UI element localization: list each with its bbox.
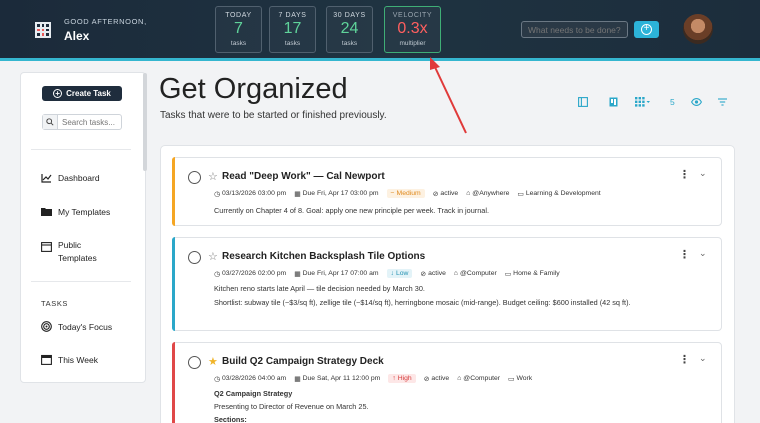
- task-description: Currently on Chapter 4 of 8. Goal: apply…: [214, 206, 489, 215]
- context-tag: ⌂ @Computer: [453, 270, 497, 277]
- task-title[interactable]: Research Kitchen Backsplash Tile Options: [222, 251, 425, 262]
- due-date: ▦ Due Fri, Apr 17 03:00 pm: [294, 190, 379, 198]
- calendar-icon: ▦: [294, 190, 301, 198]
- arrow-down-icon: ↓: [390, 270, 394, 277]
- page-subtitle: Tasks that were to be started or finishe…: [160, 110, 387, 121]
- tag-icon: ⌂: [453, 270, 458, 277]
- clock-icon: ◷: [214, 190, 220, 198]
- priority-bar: [172, 237, 175, 331]
- chevron-down-icon[interactable]: ⌄: [699, 168, 707, 179]
- status-badge: ⊘ active: [423, 375, 450, 383]
- page-title: Get Organized: [159, 73, 348, 105]
- calendar-icon: ▦: [294, 270, 301, 278]
- folder-icon: ▭: [508, 375, 515, 383]
- start-date: ◷ 03/13/2026 03:00 pm: [214, 190, 287, 198]
- complete-checkbox[interactable]: [188, 171, 201, 184]
- start-date: ◷ 03/27/2026 02:00 pm: [214, 270, 287, 278]
- grid-view-icon[interactable]: [635, 97, 651, 107]
- status-badge: ⊘ active: [420, 270, 446, 278]
- more-options-icon[interactable]: ⋮: [679, 168, 690, 181]
- eye-icon[interactable]: [691, 98, 702, 106]
- task-description: Kitchen reno starts late April — tile de…: [214, 284, 631, 307]
- calendar-icon: [41, 354, 52, 365]
- sidebar-item-todays-focus[interactable]: Today's Focus: [41, 321, 112, 332]
- view-count[interactable]: 5: [670, 97, 675, 107]
- task-card[interactable]: ☆ Research Kitchen Backsplash Tile Optio…: [172, 237, 722, 331]
- clock-icon: ◷: [214, 375, 220, 383]
- target-icon: [41, 321, 52, 332]
- project-tag: ▭ Work: [508, 375, 533, 383]
- status-badge: ⊘ active: [432, 190, 459, 198]
- arrow-up-icon: ↑: [392, 375, 396, 382]
- sidebar-item-this-week[interactable]: This Week: [41, 354, 98, 365]
- divider: [31, 281, 131, 282]
- create-task-button[interactable]: + Create Task: [42, 86, 122, 101]
- task-meta: ◷ 03/27/2026 02:00 pm ▦ Due Fri, Apr 17 07…: [214, 269, 560, 278]
- folder-icon: [41, 206, 52, 217]
- sidebar-item-dashboard[interactable]: Dashboard: [41, 172, 100, 183]
- priority-bar: [172, 342, 175, 423]
- sidebar: + Create Task Dashboard My Templates Pub…: [20, 72, 146, 383]
- complete-checkbox[interactable]: [188, 251, 201, 264]
- context-tag: ⌂ @Computer: [457, 375, 501, 382]
- task-title[interactable]: Build Q2 Campaign Strategy Deck: [222, 356, 384, 367]
- clock-icon: ◷: [214, 270, 220, 278]
- sidebar-item-public-templates[interactable]: Public Templates: [41, 239, 108, 265]
- search-icon: [43, 115, 58, 129]
- priority-bar: [172, 157, 175, 226]
- chevron-down-icon[interactable]: ⌄: [699, 353, 707, 364]
- search-tasks-input[interactable]: [58, 115, 120, 129]
- task-card[interactable]: ★ Build Q2 Campaign Strategy Deck ⋮ ⌄ ◷ 0…: [172, 342, 722, 423]
- task-meta: ◷ 03/13/2026 03:00 pm ▦ Due Fri, Apr 17 03…: [214, 189, 601, 198]
- tasks-section-title: TASKS: [41, 299, 69, 308]
- plus-circle-icon: +: [53, 89, 63, 98]
- context-tag: ⌂ @Anywhere: [466, 190, 510, 197]
- task-meta: ◷ 03/28/2026 04:00 am ▦ Due Sat, Apr 11 12…: [214, 374, 532, 383]
- check-circle-icon: ⊘: [420, 270, 427, 278]
- chart-line-icon: [41, 172, 52, 183]
- window-icon: [41, 241, 52, 252]
- folder-icon: ▭: [504, 270, 512, 278]
- project-tag: ▭ Learning & Development: [517, 190, 601, 198]
- star-icon[interactable]: ☆: [208, 170, 218, 183]
- project-tag: ▭ Home & Family: [504, 270, 560, 278]
- star-filled-icon[interactable]: ★: [208, 355, 218, 368]
- star-icon[interactable]: ☆: [208, 250, 218, 263]
- chevron-down-icon[interactable]: ⌄: [699, 248, 707, 259]
- tag-icon: ⌂: [457, 375, 462, 382]
- minus-icon: −: [390, 190, 395, 197]
- priority-badge: ↓ Low: [386, 269, 413, 278]
- sidebar-toggle-icon[interactable]: [578, 97, 588, 107]
- sidebar-scrollbar[interactable]: [143, 73, 147, 171]
- start-date: ◷ 03/28/2026 04:00 am: [214, 375, 287, 383]
- check-circle-icon: ⊘: [423, 375, 430, 383]
- task-title[interactable]: Read "Deep Work" — Cal Newport: [222, 171, 385, 182]
- calendar-icon: ▦: [294, 375, 301, 383]
- due-date: ▦ Due Fri, Apr 17 07:00 am: [294, 270, 379, 278]
- task-description: Q2 Campaign Strategy Presenting to Direc…: [214, 389, 369, 423]
- priority-badge: − Medium: [386, 189, 425, 198]
- more-options-icon[interactable]: ⋮: [679, 248, 690, 261]
- complete-checkbox[interactable]: [188, 356, 201, 369]
- priority-badge: ↑ High: [388, 374, 416, 383]
- task-card[interactable]: ☆ Read "Deep Work" — Cal Newport ⋮ ⌄ ◷ 03…: [172, 157, 722, 226]
- filter-icon[interactable]: [718, 98, 727, 106]
- divider: [31, 149, 131, 150]
- board-view-icon[interactable]: [609, 97, 618, 107]
- sidebar-search: [42, 114, 122, 130]
- tag-icon: ⌂: [466, 190, 471, 197]
- more-options-icon[interactable]: ⋮: [679, 353, 690, 366]
- due-date: ▦ Due Sat, Apr 11 12:00 pm: [294, 375, 381, 383]
- folder-icon: ▭: [517, 190, 524, 198]
- sidebar-item-my-templates[interactable]: My Templates: [41, 206, 110, 217]
- check-circle-icon: ⊘: [432, 190, 439, 198]
